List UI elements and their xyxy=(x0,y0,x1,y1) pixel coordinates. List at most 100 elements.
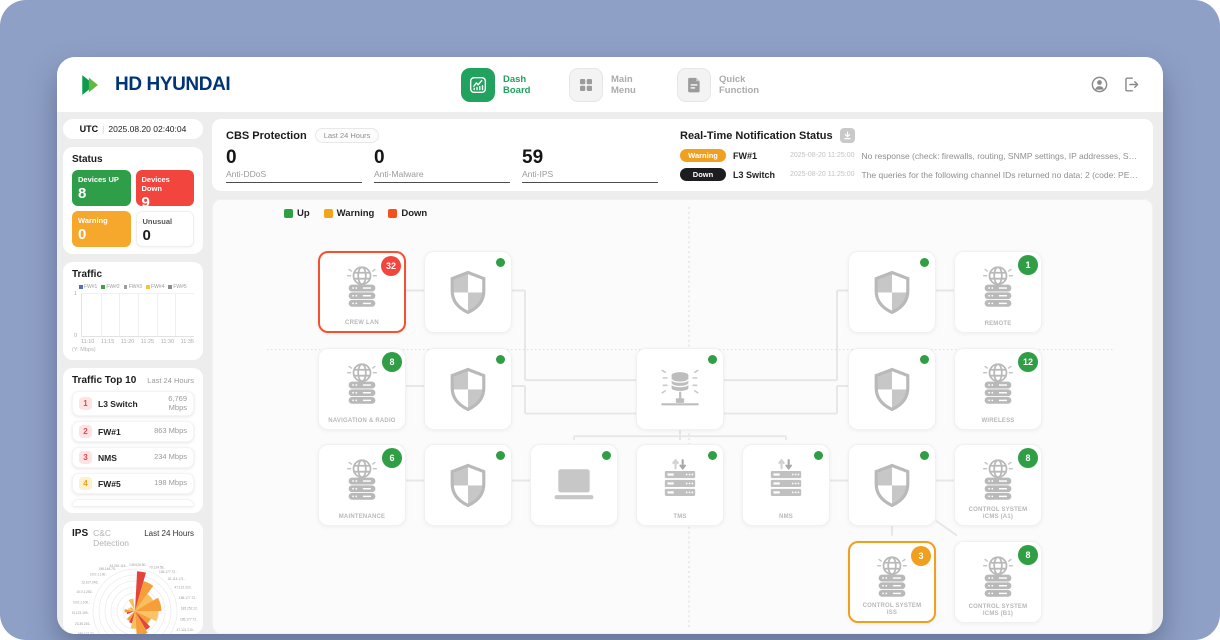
status-tile-devices-up[interactable]: Devices UP 8 xyxy=(72,170,131,206)
node-alert-badge: 32 xyxy=(381,256,401,276)
status-title: Status xyxy=(72,154,194,165)
clock-datetime: 2025.08.20 02:40:04 xyxy=(108,124,186,134)
app-body: UTC | 2025.08.20 02:40:04 Status Devices… xyxy=(57,112,1163,634)
traffic-value: 863 Mbps xyxy=(154,427,187,436)
traffic-legend-item: FW#3 xyxy=(124,284,142,290)
router-icon xyxy=(654,363,706,415)
header: HD HYUNDAI Dash Board Main Menu Quick Fu… xyxy=(57,57,1163,112)
notification-section: Real-Time Notification Status Warning FW… xyxy=(668,128,1139,183)
node-firewall-crew[interactable] xyxy=(424,251,512,333)
node-firewall-maintenance[interactable] xyxy=(424,444,512,526)
device-name: NMS xyxy=(98,453,148,463)
ips-period: Last 24 Hours xyxy=(144,529,194,538)
x-tick-label: 11:30 xyxy=(161,339,174,345)
rose-ip-label: 47.121.210.. xyxy=(174,586,192,590)
top10-row[interactable]: 3 NMS 234 Mbps xyxy=(72,447,194,468)
rose-ip-label: 185.177.72.. xyxy=(159,570,177,574)
brand-logo: HD HYUNDAI xyxy=(79,73,230,97)
node-firewall-remote[interactable] xyxy=(848,251,936,333)
rank-badge: 3 xyxy=(79,451,92,464)
notification-message: The queries for the following channel ID… xyxy=(861,170,1139,180)
node-workstation[interactable] xyxy=(530,444,618,526)
nav-main-menu-button[interactable]: Main Menu xyxy=(569,68,651,102)
legend-warning: Warning xyxy=(324,208,375,219)
app-window: HD HYUNDAI Dash Board Main Menu Quick Fu… xyxy=(57,57,1163,634)
node-wireless[interactable]: 12WIRELESS xyxy=(954,348,1042,430)
notification-download-button[interactable] xyxy=(840,128,855,143)
status-tile-warning[interactable]: Warning 0 xyxy=(72,211,131,247)
tile-value: 0 xyxy=(143,228,188,243)
nav-dashboard-button[interactable]: Dash Board xyxy=(461,68,543,102)
legend-label: Up xyxy=(297,208,310,219)
top10-row[interactable]: 1 L3 Switch 6,769 Mbps xyxy=(72,391,194,416)
rose-ip-label: 185.177.72.. xyxy=(78,632,96,634)
traffic-chart: 1 0 xyxy=(81,293,194,337)
notification-badge: Down xyxy=(680,168,726,181)
node-maintenance[interactable]: 6MAINTENANCE xyxy=(318,444,406,526)
rose-ip-label: 185.177.72.. xyxy=(179,596,197,600)
node-control-icms-a1[interactable]: 8CONTROL SYSTEMICMS (A1) xyxy=(954,444,1042,526)
node-firewall-nav[interactable] xyxy=(424,348,512,430)
node-remote[interactable]: 1REMOTE xyxy=(954,251,1042,333)
node-firewall-wireless[interactable] xyxy=(848,348,936,430)
top10-row[interactable]: 4 FW#5 198 Mbps xyxy=(72,473,194,494)
notification-item[interactable]: Down L3 Switch 2025-08-20 11:25:00 The q… xyxy=(680,168,1139,181)
traffic-legend: FW#1FW#2FW#3FW#4FW#5 xyxy=(79,284,194,290)
node-label: TMS xyxy=(640,514,720,521)
node-core-switch[interactable] xyxy=(636,348,724,430)
globe-stack-icon xyxy=(973,261,1023,311)
nav-quick-function-button[interactable]: Quick Function xyxy=(677,68,759,102)
tile-label: Warning xyxy=(78,216,125,225)
node-firewall-control[interactable] xyxy=(848,444,936,526)
profile-icon[interactable] xyxy=(1090,75,1109,94)
node-tms[interactable]: TMS xyxy=(636,444,724,526)
node-control-iss[interactable]: 3 CONTROL SYSTEMISS xyxy=(848,541,936,623)
node-alert-badge: 3 xyxy=(911,546,931,566)
rose-ip-label: 10.0.1.100.. xyxy=(73,600,90,604)
node-control-icms-b1[interactable]: 8CONTROL SYSTEMICMS (B1) xyxy=(954,541,1042,623)
rose-ip-label: 42.114.171.. xyxy=(168,577,186,581)
x-tick-label: 11:15 xyxy=(101,339,114,345)
globe-stack-icon xyxy=(337,454,387,504)
server-stack-icon xyxy=(761,455,811,503)
node-status-dot xyxy=(920,451,929,460)
traffic-x-axis: 11:1011:1511:2011:2511:3011:35 xyxy=(81,339,194,345)
status-tile-unusual[interactable]: Unusual 0 xyxy=(136,211,195,247)
device-name: FW#1 xyxy=(98,427,148,437)
traffic-card: Traffic FW#1FW#2FW#3FW#4FW#5 1 0 11:1011… xyxy=(63,262,203,360)
shield-icon xyxy=(442,363,494,415)
rose-ip-label: 10.0.1.100.. xyxy=(90,573,107,577)
legend-down: Down xyxy=(388,208,427,219)
traffic-legend-item: FW#4 xyxy=(146,284,164,290)
node-status-dot xyxy=(920,355,929,364)
metric-label: Anti-Malware xyxy=(374,169,510,179)
status-card: Status Devices UP 8 Devices Down 9 Warni… xyxy=(63,147,203,254)
node-status-dot xyxy=(602,451,611,460)
metric-label: Anti-DDoS xyxy=(226,169,362,179)
notification-time: 2025-08-20 11:25:00 xyxy=(790,171,854,178)
node-label: REMOTE xyxy=(958,321,1038,328)
node-label: CONTROL SYSTEMISS xyxy=(853,603,931,617)
notification-item[interactable]: Warning FW#1 2025-08-20 11:25:00 No resp… xyxy=(680,149,1139,162)
node-crew-lan[interactable]: 32 CREW LAN xyxy=(318,251,406,333)
rose-ip-label: 13.107.246.. xyxy=(81,580,99,584)
top10-row[interactable]: 2 FW#1 863 Mbps xyxy=(72,421,194,442)
node-navigation-radio[interactable]: 8NAVIGATION & RADIO xyxy=(318,348,406,430)
globe-stack-icon xyxy=(973,551,1023,601)
metric-value: 59 xyxy=(522,148,658,168)
diagram-nodes-layer: 32 CREW LAN 1REMOTE 8NAVIGATION & RADIO 12WI… xyxy=(212,199,1153,634)
logout-icon[interactable] xyxy=(1122,75,1141,94)
node-nms[interactable]: NMS xyxy=(742,444,830,526)
node-label: CREW LAN xyxy=(323,320,401,327)
rose-ip-label: 79.124.58.. xyxy=(149,565,165,569)
legend-down-swatch xyxy=(388,209,397,218)
metric-anti-malware: 0 Anti-Malware xyxy=(374,148,510,183)
top10-title: Traffic Top 10 xyxy=(72,375,136,386)
node-status-dot xyxy=(920,258,929,267)
tile-label: Unusual xyxy=(143,217,188,226)
x-tick-label: 11:20 xyxy=(121,339,134,345)
status-tiles: Devices UP 8 Devices Down 9 Warning 0 Un… xyxy=(72,170,194,247)
diagram-legend: Up Warning Down xyxy=(284,208,427,219)
status-tile-devices-down[interactable]: Devices Down 9 xyxy=(136,170,195,206)
globe-stack-icon xyxy=(973,358,1023,408)
